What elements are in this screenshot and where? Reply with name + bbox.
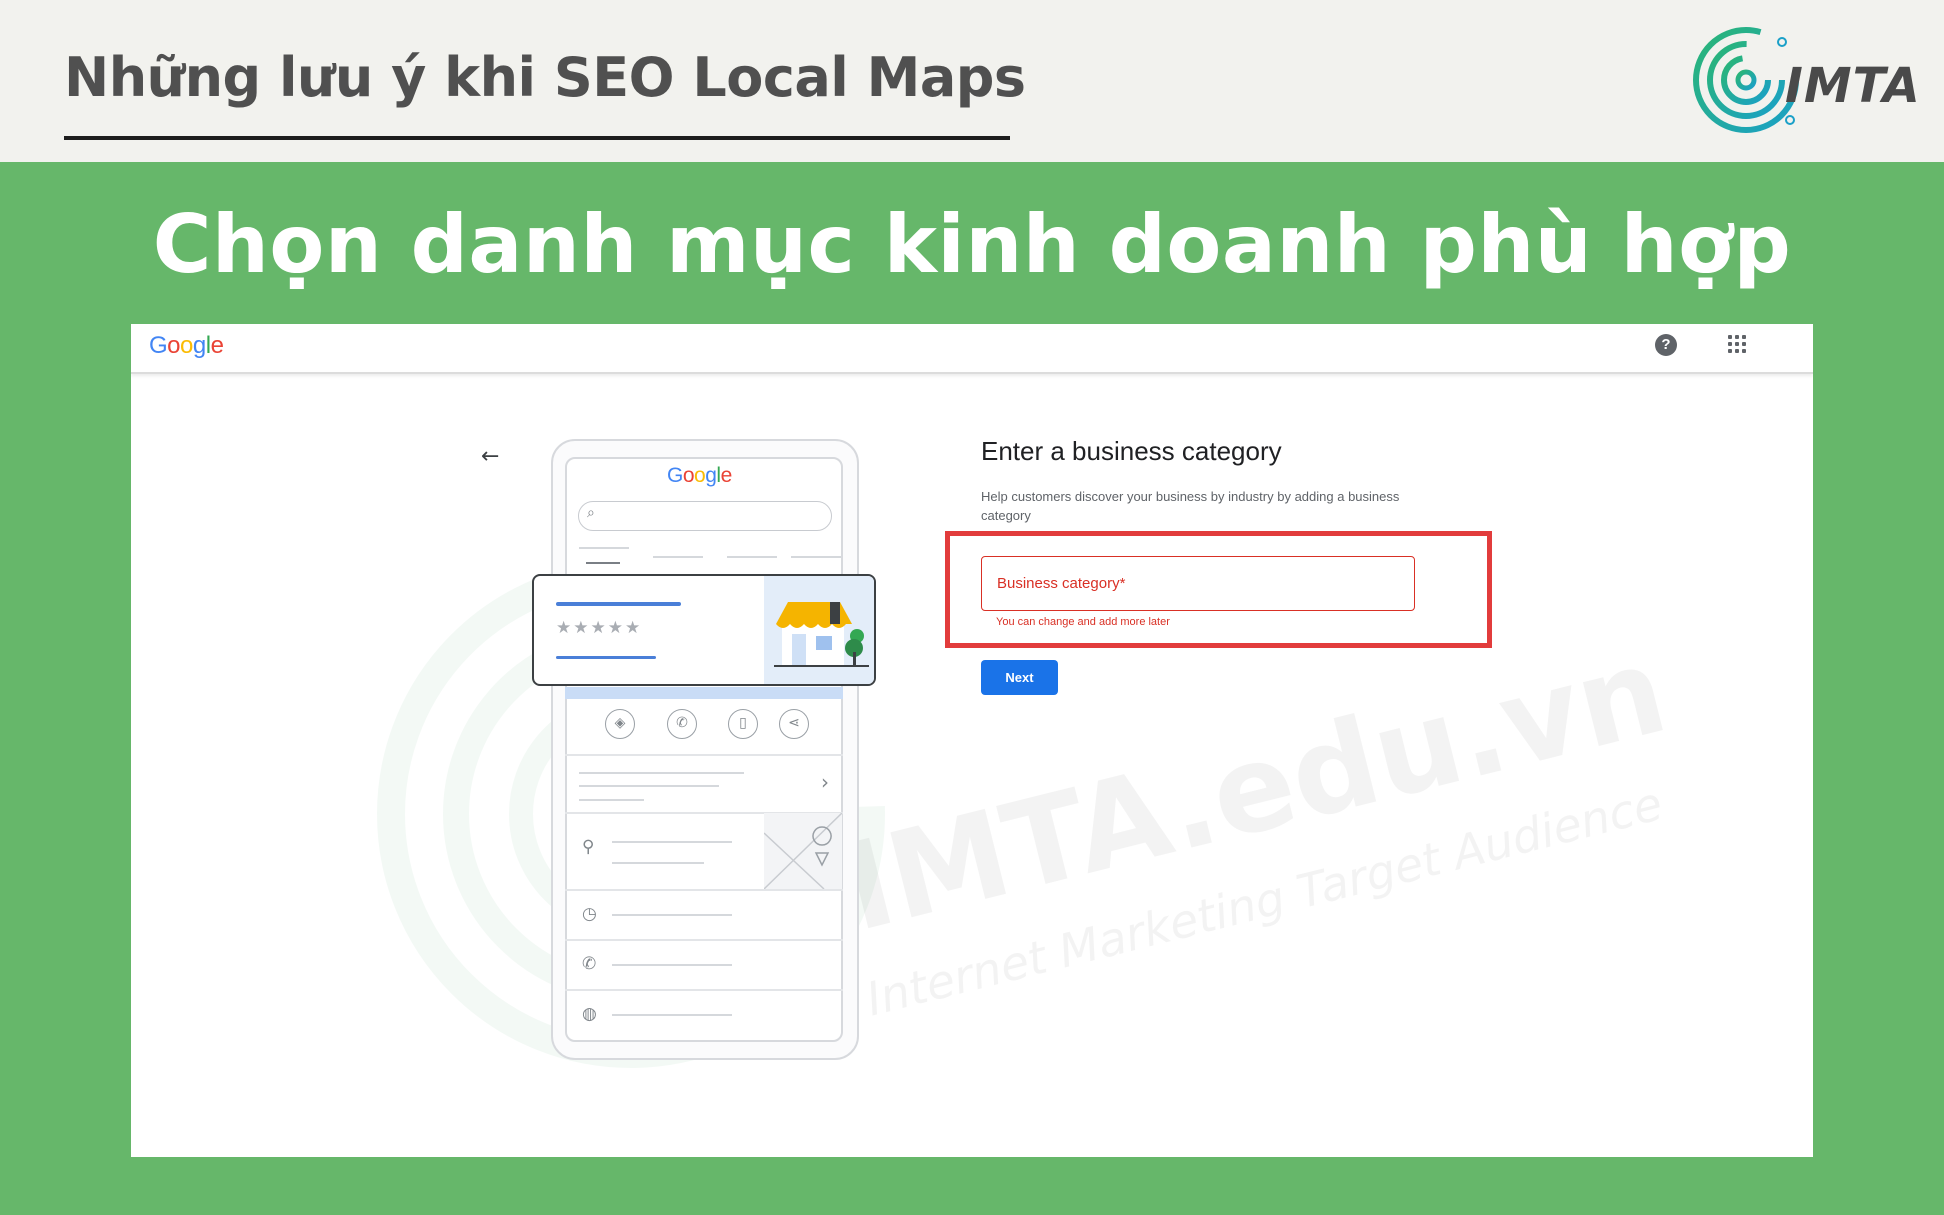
google-logo-letter: e (210, 332, 224, 359)
imta-logo: IMTA (1690, 20, 1930, 138)
phone-call-icon: ✆ (582, 954, 597, 974)
storefront-icon (764, 576, 874, 684)
google-top-bar: Google ? (131, 324, 1813, 374)
illustration-divider (565, 754, 843, 756)
google-logo-letter: o (167, 332, 181, 359)
illustration-divider (565, 889, 843, 891)
share-icon: ⋖ (779, 709, 809, 739)
card-subtitle-bar (556, 656, 656, 659)
google-logo-letter: o (682, 464, 695, 487)
google-logo-letter: G (149, 332, 168, 359)
google-logo[interactable]: Google (149, 332, 224, 360)
screenshot-panel: IMTA.edu.vn Internet Marketing Target Au… (131, 324, 1813, 1157)
illustration-line (612, 964, 732, 966)
illustration-line (586, 562, 620, 564)
google-logo-letter: o (180, 332, 193, 359)
illustration-divider (565, 939, 843, 941)
map-thumbnail-icon (764, 813, 842, 889)
illustration-line (579, 547, 629, 549)
illustration-line (612, 1014, 732, 1016)
phone-search-bar (578, 501, 832, 531)
title-underline (64, 136, 1010, 140)
card-title-bar (556, 602, 681, 606)
business-card-illustration: ★★★★★ (532, 574, 876, 686)
illustration-divider (565, 989, 843, 991)
form-help-text: Help customers discover your business by… (981, 489, 1400, 523)
slide-top-title: Những lưu ý khi SEO Local Maps (64, 46, 1026, 109)
form-title: Enter a business category (981, 436, 1282, 466)
business-category-input[interactable] (981, 556, 1415, 611)
google-logo-letter: g (192, 332, 206, 359)
card-shadow (565, 687, 843, 699)
back-arrow-icon[interactable]: ← (481, 444, 499, 469)
chevron-right-icon: › (821, 770, 829, 794)
bookmark-icon: ▯ (728, 709, 758, 739)
phone-screen (565, 457, 843, 1042)
illustration-line (579, 799, 644, 801)
phone-google-logo: Google (667, 464, 732, 488)
clock-icon: ◷ (582, 904, 597, 924)
google-logo-letter: e (720, 464, 733, 487)
search-icon: ⌕ (587, 505, 595, 521)
star-rating-icon: ★★★★★ (556, 618, 643, 638)
illustration-line (791, 556, 841, 558)
illustration-line (727, 556, 777, 558)
illustration-line (612, 841, 732, 843)
illustration-line (579, 772, 744, 774)
illustration-line (612, 862, 704, 864)
illustration-line (653, 556, 703, 558)
globe-icon: ◍ (582, 1004, 597, 1024)
apps-grid-icon[interactable] (1728, 335, 1746, 353)
illustration-line (612, 914, 732, 916)
illustration-line (579, 785, 719, 787)
help-icon[interactable]: ? (1655, 334, 1677, 356)
google-logo-letter: G (667, 464, 683, 487)
logo-wordmark: IMTA (1785, 58, 1921, 114)
location-pin-icon: ⚲ (582, 837, 595, 857)
phone-icon: ✆ (667, 709, 697, 739)
slide-heading: Chọn danh mục kinh doanh phù hợp (152, 198, 1792, 291)
input-hint: You can change and add more later (996, 616, 1170, 628)
next-button[interactable]: Next (981, 660, 1058, 695)
google-logo-letter: o (694, 464, 706, 487)
directions-icon: ◈ (605, 709, 635, 739)
google-logo-letter: g (705, 464, 717, 487)
